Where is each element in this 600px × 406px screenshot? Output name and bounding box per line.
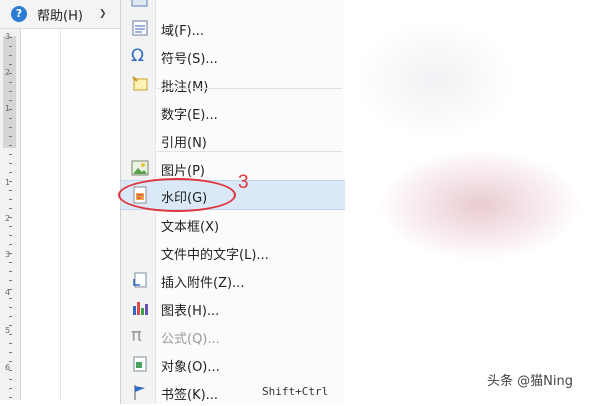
blur-blob: [380, 150, 580, 260]
ruler-tick: [9, 217, 12, 218]
menu-item-label: 批注(M): [161, 80, 209, 95]
menu-item-comment[interactable]: 批注(M): [121, 70, 346, 98]
ruler-tick: [9, 361, 12, 362]
ruler-tick: [9, 73, 12, 74]
ruler-tick: [9, 109, 12, 110]
ruler-tick: [9, 271, 12, 272]
ruler-tick: [9, 136, 12, 137]
ruler-tick: [9, 262, 12, 263]
highlight-ellipse: [118, 178, 236, 212]
ruler-tick: [9, 46, 12, 47]
ruler-tick: [9, 154, 12, 155]
ruler-tick: [9, 298, 12, 299]
ruler-tick: [9, 343, 12, 344]
blurred-background: [345, 0, 600, 400]
ruler-tick: [9, 91, 12, 92]
menu-item-label: 对象(O)...: [161, 360, 220, 375]
menu-item-field[interactable]: 域(F)...: [121, 14, 346, 42]
ruler-tick: [9, 235, 12, 236]
menu-item-label: 文件中的文字(L)...: [161, 248, 269, 263]
chart-icon: [131, 299, 149, 317]
ruler-tick: [9, 388, 12, 389]
flag-icon: [131, 383, 149, 401]
attachment-icon: [131, 271, 149, 289]
picture-icon: [131, 159, 149, 177]
menu-item-label: 引用(N): [161, 136, 207, 151]
ruler-tick: [9, 226, 12, 227]
menu-item-label: 书签(K)...: [161, 388, 219, 403]
vertical-ruler: 3 2 1 1 2 3 4 5 6: [0, 0, 21, 400]
menu-item-picture[interactable]: 图片(P): [121, 154, 346, 182]
menu-item-label: 数字(E)...: [161, 108, 218, 123]
ruler-tick: [9, 244, 12, 245]
menu-item-chart[interactable]: 图表(H)...: [121, 294, 346, 322]
ruler-tick: [9, 100, 12, 101]
menu-item-label: 文本框(X): [161, 220, 220, 235]
blur-blob: [355, 20, 515, 140]
omega-icon: Ω: [131, 46, 144, 66]
ruler-tick: [9, 334, 12, 335]
menu-item-formula[interactable]: π 公式(Q)...: [121, 322, 346, 350]
ruler-tick: [9, 208, 12, 209]
ruler-tick: [9, 199, 12, 200]
ruler-tick: [9, 82, 12, 83]
menu-item-reference[interactable]: 引用(N): [121, 126, 346, 154]
ruler-tick: [9, 325, 12, 326]
menu-item-bookmark[interactable]: 书签(K)... Shift+Ctrl: [121, 378, 346, 406]
menu-item-attachment[interactable]: 插入附件(Z)...: [121, 266, 346, 294]
ruler-tick: [9, 280, 12, 281]
ruler-tick: [9, 307, 12, 308]
ruler-label: 6: [5, 363, 11, 372]
ruler-tick: [9, 352, 12, 353]
ruler-tick: [9, 55, 12, 56]
ruler-margin-highlight: [3, 36, 16, 148]
menu-item-shortcut: Shift+Ctrl: [262, 385, 329, 398]
menu-item-number[interactable]: 数字(E)...: [121, 98, 346, 126]
help-circle-icon: ?: [11, 6, 27, 22]
ruler-tick: [9, 163, 12, 164]
source-watermark: 头条 @猫Ning: [487, 374, 573, 389]
ruler-tick: [9, 316, 12, 317]
help-menu[interactable]: ? 帮助(H) ❯: [0, 0, 124, 29]
menu-item-textbox[interactable]: 文本框(X): [121, 210, 346, 238]
ruler-tick: [9, 289, 12, 290]
ruler-label: 2: [5, 214, 11, 223]
ruler-tick: [9, 145, 12, 146]
menu-separator: [157, 88, 342, 89]
ruler-tick: [9, 370, 12, 371]
field-icon: [131, 19, 149, 37]
menu-item-label: 插入附件(Z)...: [161, 276, 245, 291]
ruler-tick: [9, 127, 12, 128]
ruler-label: 1: [5, 178, 11, 187]
ruler-tick: [9, 253, 12, 254]
ruler-tick: [9, 190, 12, 191]
menu-item-object[interactable]: 对象(O)...: [121, 350, 346, 378]
menu-item-label: 图片(P): [161, 164, 205, 179]
document-page-edge: [60, 28, 61, 400]
ruler-tick: [9, 379, 12, 380]
chevron-right-icon: ❯: [98, 9, 107, 19]
menu-item-label: 公式(Q)...: [161, 332, 220, 347]
ruler-tick: [9, 118, 12, 119]
ruler-tick: [9, 181, 12, 182]
menu-separator: [157, 151, 342, 152]
ruler-tick: [9, 172, 12, 173]
comment-icon: [131, 75, 149, 93]
menu-item-label: 符号(S)...: [161, 52, 218, 67]
ruler-tick: [9, 64, 12, 65]
menu-item-text-from-file[interactable]: 文件中的文字(L)...: [121, 238, 346, 266]
ruler-label: 3: [5, 250, 11, 259]
ruler-tick: [9, 37, 12, 38]
menu-item-symbol[interactable]: Ω 符号(S)...: [121, 42, 346, 70]
help-menu-label: 帮助(H): [37, 8, 83, 24]
ruler-tick: [9, 397, 12, 398]
step-number: 3: [238, 172, 249, 193]
field-icon: [131, 0, 149, 15]
pi-icon: π: [131, 325, 142, 346]
object-icon: [131, 355, 149, 373]
menu-item-label: 域(F)...: [161, 24, 205, 39]
menu-item-label: 图表(H)...: [161, 304, 220, 319]
